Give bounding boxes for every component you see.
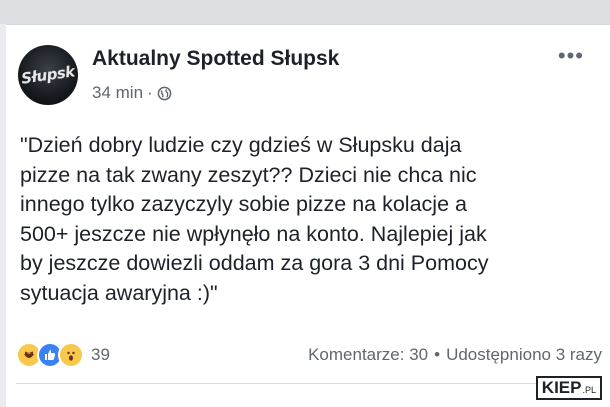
- post-footer: 39 Komentarze: 30 • Udostępniono 3 razy: [16, 342, 602, 368]
- watermark-main: KIEP: [541, 378, 582, 397]
- avatar-text: Słupsk: [20, 62, 76, 88]
- wow-icon: [58, 342, 84, 368]
- shares-count-link[interactable]: Udostępniono 3 razy: [446, 345, 602, 365]
- post-text-line: by jeszcze dowiezli oddam za gora 3 dni …: [20, 251, 489, 275]
- page-name-link[interactable]: Aktualny Spotted Słupsk: [92, 47, 339, 71]
- post-text-line: pizze na tak zwany zeszyt?? Dzieci nie c…: [20, 162, 477, 187]
- watermark-suffix: .PL: [582, 385, 596, 395]
- page-avatar[interactable]: Słupsk: [18, 45, 78, 105]
- watermark-logo: KIEP .PL: [535, 376, 602, 400]
- stats-separator: •: [434, 345, 441, 364]
- post-text-line: 500+ jeszcze nie wpłynęło na konto. Najl…: [20, 221, 487, 246]
- top-bar: [0, 0, 610, 24]
- post-card: Słupsk Aktualny Spotted Słupsk 34 min · …: [6, 24, 610, 407]
- globe-icon: [157, 86, 172, 100]
- footer-divider: [16, 383, 602, 384]
- meta-separator: ·: [147, 83, 153, 102]
- reaction-count[interactable]: 39: [91, 345, 110, 365]
- post-text-line: sytuacja awaryjna :)": [20, 280, 218, 305]
- post-text-line: "Dzień dobry ludzie czy gdzieś w Słupsku…: [20, 133, 462, 157]
- comments-count-link[interactable]: Komentarze: 30: [308, 345, 428, 365]
- post-text: "Dzień dobry ludzie czy gdzieś w Słupsku…: [20, 131, 598, 308]
- post-text-line: innego tylko zazyczyly sobie pizze na ko…: [20, 192, 467, 216]
- post-time[interactable]: 34 min: [92, 83, 143, 103]
- post-stats: Komentarze: 30 • Udostępniono 3 razy: [308, 345, 602, 365]
- more-options-button[interactable]: •••: [558, 43, 584, 69]
- reactions-summary[interactable]: [16, 342, 84, 368]
- post-meta: 34 min ·: [92, 83, 172, 103]
